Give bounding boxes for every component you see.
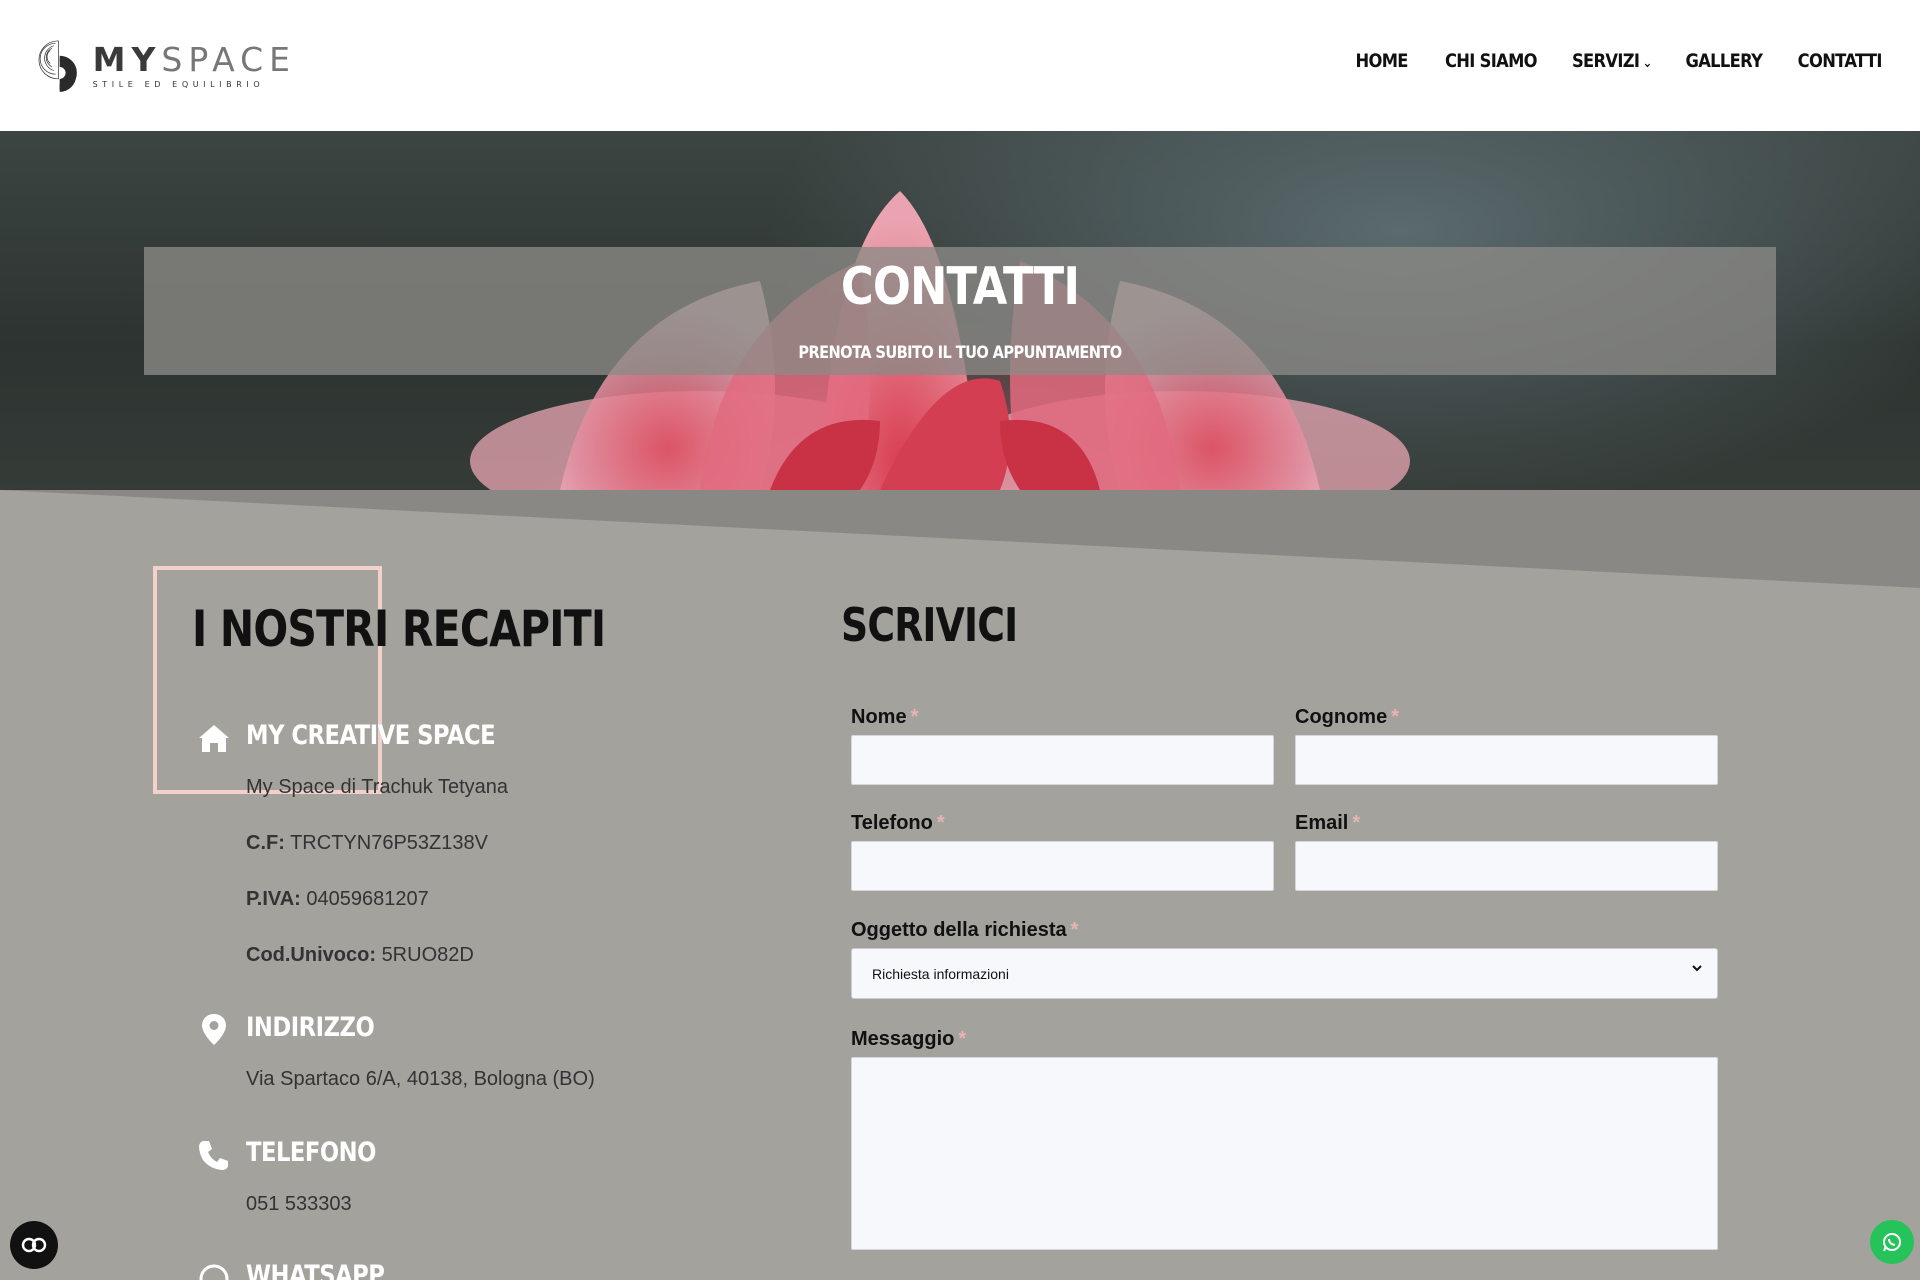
nav-contatti[interactable]: CONTATTI bbox=[1798, 50, 1883, 72]
nav-chi-siamo[interactable]: CHI SIAMO bbox=[1445, 50, 1538, 72]
nome-label: Nome * bbox=[851, 706, 919, 728]
company-cf: C.F: TRCTYN76P53Z138V bbox=[246, 832, 488, 854]
map-pin-icon bbox=[202, 1014, 226, 1045]
nome-input[interactable] bbox=[851, 735, 1274, 785]
messaggio-label: Messaggio * bbox=[851, 1028, 967, 1050]
logo-mark-icon bbox=[38, 40, 77, 92]
accessibility-button[interactable] bbox=[10, 1221, 58, 1269]
page-subtitle: PRENOTA SUBITO IL TUO APPUNTAMENTO bbox=[798, 343, 1122, 363]
oggetto-selected-value: Richiesta informazioni bbox=[872, 965, 1009, 982]
email-input[interactable] bbox=[1295, 841, 1718, 891]
oggetto-select[interactable]: Richiesta informazioni bbox=[851, 948, 1718, 999]
logo[interactable]: MYSPACE STILE ED EQUILIBRIO bbox=[36, 18, 296, 113]
hero-banner: CONTATTI PRENOTA SUBITO IL TUO APPUNTAME… bbox=[0, 131, 1920, 490]
whatsapp-icon bbox=[199, 1264, 229, 1280]
oggetto-label: Oggetto della richiesta * bbox=[851, 919, 1079, 941]
company-owner: My Space di Trachuk Tetyana bbox=[246, 776, 508, 798]
cognome-label: Cognome * bbox=[1295, 706, 1400, 728]
telefono-input[interactable] bbox=[851, 841, 1274, 891]
company-title: MY CREATIVE SPACE bbox=[246, 720, 496, 751]
phone-value[interactable]: 051 533303 bbox=[246, 1193, 352, 1216]
page-title: CONTATTI bbox=[840, 257, 1080, 317]
home-icon bbox=[199, 725, 229, 752]
company-piva: P.IVA: 04059681207 bbox=[246, 888, 429, 910]
email-label: Email * bbox=[1295, 812, 1361, 834]
whatsapp-chat-button[interactable] bbox=[1870, 1220, 1914, 1264]
nav-home[interactable]: HOME bbox=[1355, 50, 1408, 72]
logo-name: MYSPACE bbox=[92, 40, 296, 79]
site-header: MYSPACE STILE ED EQUILIBRIO HOME CHI SIA… bbox=[0, 0, 1920, 131]
nav-servizi[interactable]: SERVIZI ⌄ bbox=[1572, 50, 1652, 72]
contacts-heading: I NOSTRI RECAPITI bbox=[192, 600, 606, 658]
form-heading: SCRIVICI bbox=[841, 598, 1018, 652]
address-title: INDIRIZZO bbox=[246, 1012, 375, 1043]
phone-title: TELEFONO bbox=[246, 1137, 376, 1168]
telefono-label: Telefono * bbox=[851, 812, 945, 834]
logo-tagline: STILE ED EQUILIBRIO bbox=[92, 80, 265, 89]
nav-gallery[interactable]: GALLERY bbox=[1685, 50, 1762, 72]
cognome-input[interactable] bbox=[1295, 735, 1718, 785]
company-cod-univoco: Cod.Univoco: 5RUO82D bbox=[246, 944, 474, 966]
phone-icon bbox=[199, 1141, 228, 1170]
accessibility-icon bbox=[21, 1237, 47, 1253]
whatsapp-title: WHATSAPP bbox=[246, 1260, 385, 1280]
whatsapp-icon bbox=[1883, 1233, 1901, 1252]
chevron-down-icon: ⌄ bbox=[1642, 56, 1651, 71]
hero-title-box: CONTATTI PRENOTA SUBITO IL TUO APPUNTAME… bbox=[144, 247, 1776, 375]
chevron-down-icon bbox=[1692, 965, 1702, 972]
messaggio-textarea[interactable] bbox=[851, 1057, 1718, 1250]
address-value: Via Spartaco 6/A, 40138, Bologna (BO) bbox=[246, 1068, 595, 1090]
main-nav: HOME CHI SIAMO SERVIZI ⌄ GALLERY CONTATTI bbox=[1347, 50, 1882, 72]
